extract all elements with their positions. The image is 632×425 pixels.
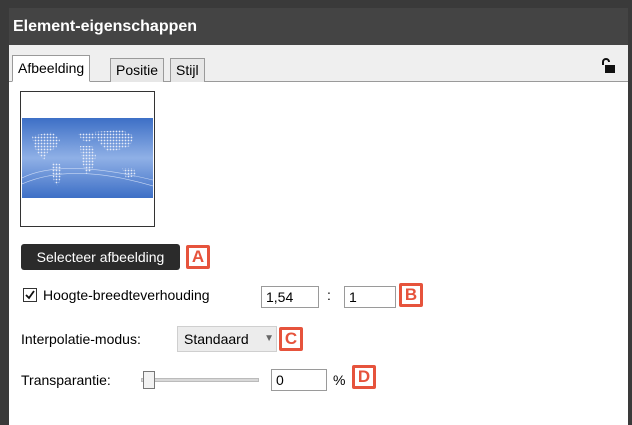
- aspect-ratio-label: Hoogte-breedteverhouding: [43, 287, 210, 303]
- tab-stijl[interactable]: Stijl: [170, 58, 205, 82]
- window-frame-top: [0, 0, 632, 8]
- callout-a: A: [186, 245, 210, 269]
- aspect-ratio-checkbox[interactable]: [23, 288, 37, 302]
- callout-b: B: [399, 283, 423, 307]
- tab-positie[interactable]: Positie: [110, 58, 165, 82]
- window-frame-left: [0, 0, 9, 425]
- transparency-slider-thumb[interactable]: [143, 371, 155, 389]
- panel-title: Element-eigenschappen: [9, 8, 628, 45]
- chevron-down-icon: ▼: [264, 333, 274, 344]
- transparency-value-input[interactable]: 0: [271, 369, 327, 391]
- tab-strip: Afbeelding Positie Stijl: [9, 45, 628, 82]
- lock-open-icon[interactable]: [600, 58, 616, 74]
- aspect-ratio-separator: :: [327, 287, 331, 303]
- interpolation-label: Interpolatie-modus:: [21, 331, 141, 347]
- checkmark-icon: [25, 290, 35, 300]
- select-image-button[interactable]: Selecteer afbeelding: [21, 244, 180, 270]
- image-preview: [20, 91, 155, 227]
- transparency-label: Transparantie:: [21, 372, 111, 388]
- aspect-ratio-width-input[interactable]: 1,54: [261, 286, 319, 308]
- callout-d: D: [352, 365, 376, 389]
- transparency-slider-track[interactable]: [141, 378, 259, 382]
- aspect-ratio-height-input[interactable]: 1: [344, 286, 396, 308]
- window-frame-right: [628, 0, 632, 425]
- interpolation-selected-value: Standaard: [184, 331, 249, 347]
- interpolation-select[interactable]: Standaard ▼: [177, 326, 277, 352]
- tab-afbeelding[interactable]: Afbeelding: [12, 55, 91, 82]
- world-map-image: [22, 118, 153, 198]
- properties-content: Selecteer afbeelding A Hoogte-breedtever…: [9, 82, 628, 425]
- callout-c: C: [279, 327, 303, 351]
- transparency-unit: %: [333, 372, 346, 388]
